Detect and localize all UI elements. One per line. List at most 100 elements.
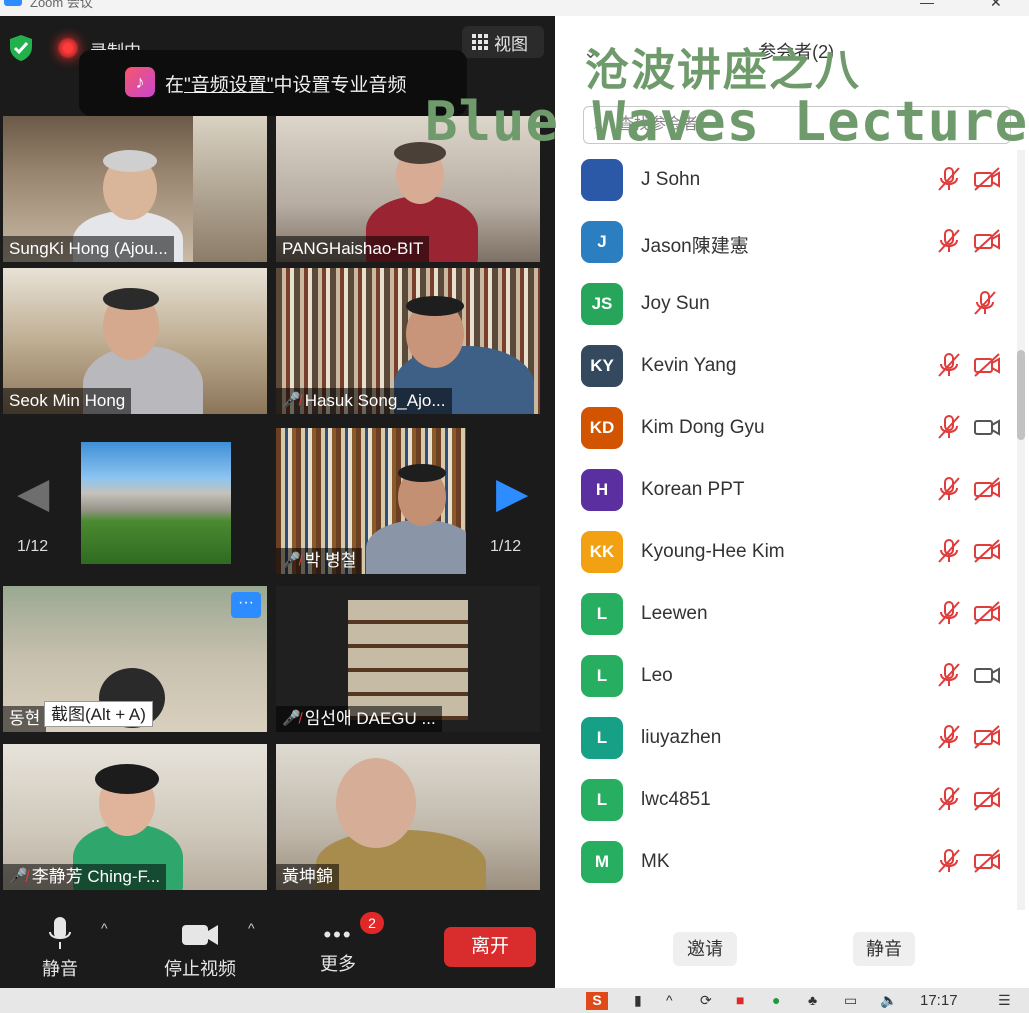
participant-row[interactable]: KD Kim Dong Gyu [555,398,1015,460]
participant-search-input[interactable]: ⌕ 查找参会者 [583,106,1011,144]
participants-panel: ⌄ 参会者(2) ⌕ 查找参会者 沧波讲座之八 Blue Waves Lectu… [425,16,1029,988]
close-window-button[interactable]: ✕ [990,0,1002,11]
video-off-icon [973,600,1001,631]
participant-name: Kevin Yang [641,355,737,376]
grid-view-icon [472,34,488,50]
mic-muted-icon [937,414,961,445]
toast-text: 在"音频设置"中设置专业音频 [165,74,407,96]
participant-name: J Sohn [641,169,701,190]
video-off-icon [973,228,1001,259]
volume-icon[interactable]: 🔈 [880,992,897,1010]
stop-video-button[interactable]: 停止视频 [158,916,242,981]
video-off-icon [973,724,1001,755]
sogou-input-icon[interactable]: S [586,992,608,1010]
participant-row[interactable]: H Korean PPT [555,460,1015,522]
video-tile[interactable]: SungKi Hong (Ajou... [3,116,267,262]
video-tile[interactable]: ◀ 1/12 [3,428,267,574]
participant-row[interactable]: L Leo [555,646,1015,708]
video-tile[interactable]: 黃坤錦 [276,744,540,890]
mic-muted-icon [937,600,961,631]
participant-avatar: KK [581,531,623,573]
view-label: 视图 [494,34,528,54]
meeting-toolbar: 静音 ^ 停止视频 ^ ••• 更多 2 离开 [0,896,555,988]
participant-scrollbar[interactable] [1017,150,1025,910]
usb-icon[interactable]: ▮ [634,992,642,1010]
mic-muted-icon [937,476,961,507]
video-tile[interactable]: 🎤̸ 李静芳 Ching-F... [3,744,267,890]
mic-muted-icon: 🎤̸ [282,392,301,409]
participant-row[interactable]: KY Kevin Yang [555,336,1015,398]
video-tile[interactable]: 🎤̸ 임선애 DAEGU ... [276,586,540,732]
participant-row[interactable]: KK Kyoung-Hee Kim [555,522,1015,584]
qq-icon[interactable]: ♣ [808,992,817,1010]
participant-row[interactable]: Lliuyazhen [555,708,1015,770]
mic-muted-icon [937,848,961,879]
video-camera-icon [973,662,1001,693]
mic-muted-icon: 🎤̸ [282,552,301,569]
sync-icon[interactable]: ⟳ [700,992,712,1010]
video-off-icon [973,538,1001,569]
stop-video-label: 停止视频 [164,959,236,979]
video-options-caret-icon[interactable]: ^ [248,920,255,936]
participant-avatar: L [581,593,623,635]
audio-options-caret-icon[interactable]: ^ [101,920,108,936]
participant-avatar: M [581,841,623,883]
more-button[interactable]: ••• 更多 [316,922,360,976]
window-titlebar: Zoom 会议 — ✕ [0,0,1029,16]
window-title: Zoom 会议 [30,0,93,10]
scrollbar-thumb[interactable] [1017,350,1025,440]
tile-name: PANGHaishao-BIT [276,236,430,262]
app-tray-icon[interactable]: ■ [736,992,744,1010]
participant-avatar: L [581,779,623,821]
video-camera-icon [973,414,1001,445]
tile-name: Seok Min Hong [3,388,132,414]
mic-muted-icon [937,228,961,259]
audio-settings-link[interactable]: "音频设置" [184,75,274,96]
participant-name: Leo [641,665,673,686]
video-off-icon [973,848,1001,879]
participant-row[interactable]: JS Joy Sun [555,274,1015,336]
notifications-icon[interactable]: ☰ [998,992,1011,1010]
next-page-arrow-icon[interactable]: ▶ [496,468,528,517]
participant-name: Kyoung-Hee Kim [641,541,785,562]
mic-muted-icon [937,166,961,197]
mute-button[interactable]: 静音 [38,916,82,981]
invite-button[interactable]: 邀请 [673,932,737,966]
participant-row[interactable]: L Leewen [555,584,1015,646]
mic-muted-icon [937,662,961,693]
collapse-chevron-icon[interactable]: ⌄ [583,42,608,62]
mute-label: 静音 [42,959,78,979]
video-tile[interactable]: 🎤̸ Hasuk Song_Ajo... [276,268,540,414]
participant-row[interactable]: J Sohn [555,150,1015,212]
tile-more-button[interactable]: ··· [231,592,261,618]
participant-avatar: J [581,221,623,263]
mic-muted-icon [937,786,961,817]
music-note-icon: ♪ [125,67,155,97]
leave-button[interactable]: 离开 [444,927,536,967]
audio-settings-toast[interactable]: ♪ 在"音频设置"中设置专业音频 [79,50,467,116]
video-tile[interactable]: ▶ 1/12 🎤̸ 박 병철 [276,428,540,574]
view-button[interactable]: 视图 [462,26,544,58]
video-tile[interactable]: PANGHaishao-BIT [276,116,540,262]
minimize-button[interactable]: — [920,0,934,10]
search-icon: ⌕ [594,116,603,133]
participant-row[interactable]: M MK [555,832,1015,894]
video-tile-active-speaker[interactable]: Seok Min Hong [3,268,267,414]
tile-name: 🎤̸ 박 병철 [276,548,363,574]
tile-name: 🎤̸ Hasuk Song_Ajo... [276,388,452,414]
participant-row[interactable]: J Jason陳建憲 [555,212,1015,274]
participant-name: lwc4851 [641,789,711,810]
clock[interactable]: 17:17 [920,992,958,1010]
participants-title: ⌄ 参会者(2) [583,42,835,62]
participant-name: Kim Dong Gyu [641,417,765,438]
shield-icon[interactable] [8,34,34,62]
page-indicator-right: 1/12 [490,538,522,555]
mute-all-button[interactable]: 静音 [853,932,915,966]
tile-name: 🎤̸ 李静芳 Ching-F... [3,864,167,890]
participant-row[interactable]: Llwc4851 [555,770,1015,832]
prev-page-arrow-icon[interactable]: ◀ [17,468,49,517]
video-off-icon [973,786,1001,817]
tray-expand-icon[interactable]: ^ [666,992,673,1010]
network-icon[interactable]: ▭ [844,992,857,1010]
security-tray-icon[interactable]: ● [772,992,780,1010]
